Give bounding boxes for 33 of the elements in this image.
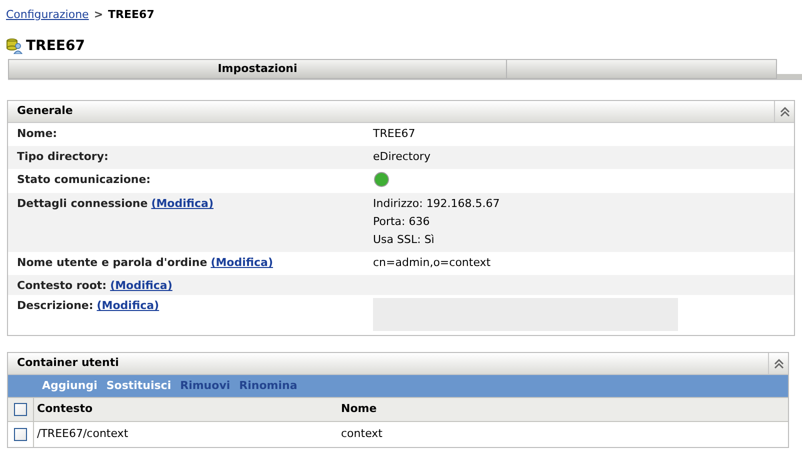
panel-title: Container utenti bbox=[16, 355, 120, 372]
field-label: Dettagli connessione bbox=[17, 197, 148, 210]
field-label: Nome: bbox=[17, 127, 58, 140]
checkbox[interactable] bbox=[14, 428, 27, 441]
collapse-icon bbox=[774, 358, 784, 368]
edit-link[interactable]: (Modifica) bbox=[151, 197, 214, 210]
page-title: TREE67 bbox=[26, 36, 85, 56]
field-label: Tipo directory: bbox=[17, 150, 108, 163]
edit-link[interactable]: (Modifica) bbox=[210, 256, 274, 269]
field-value: TREE67 bbox=[373, 126, 416, 142]
column-header: Nome bbox=[341, 401, 378, 418]
column-header: Contesto bbox=[36, 401, 94, 418]
checkbox[interactable] bbox=[14, 403, 27, 416]
field-value: Indirizzo: 192.168.5.67 bbox=[373, 196, 501, 212]
field-value: cn=admin,o=context bbox=[373, 255, 492, 271]
edit-link[interactable]: (Modifica) bbox=[96, 299, 160, 312]
edit-link[interactable]: (Modifica) bbox=[110, 279, 172, 292]
field-value: eDirectory bbox=[373, 149, 432, 165]
collapse-icon bbox=[780, 106, 790, 116]
table-cell-text: /TREE67/context bbox=[36, 426, 130, 442]
directory-user-icon bbox=[6, 38, 23, 54]
field-value: Porta: 636 bbox=[373, 214, 431, 230]
panel-title: Generale bbox=[16, 103, 74, 120]
breadcrumb-current: TREE67 bbox=[108, 6, 154, 23]
breadcrumb-link[interactable]: Configurazione bbox=[6, 6, 89, 24]
tab[interactable]: Impostazioni bbox=[8, 59, 507, 79]
field-value: Usa SSL: Sì bbox=[373, 232, 436, 248]
field-label: Stato comunicazione: bbox=[17, 173, 151, 186]
field-label: Contesto root: bbox=[17, 279, 107, 292]
field-label: Descrizione: bbox=[17, 299, 94, 312]
field-label: Nome utente e parola d'ordine bbox=[17, 256, 208, 269]
breadcrumb-separator: > bbox=[94, 6, 104, 23]
table-cell-text: context bbox=[341, 426, 384, 442]
